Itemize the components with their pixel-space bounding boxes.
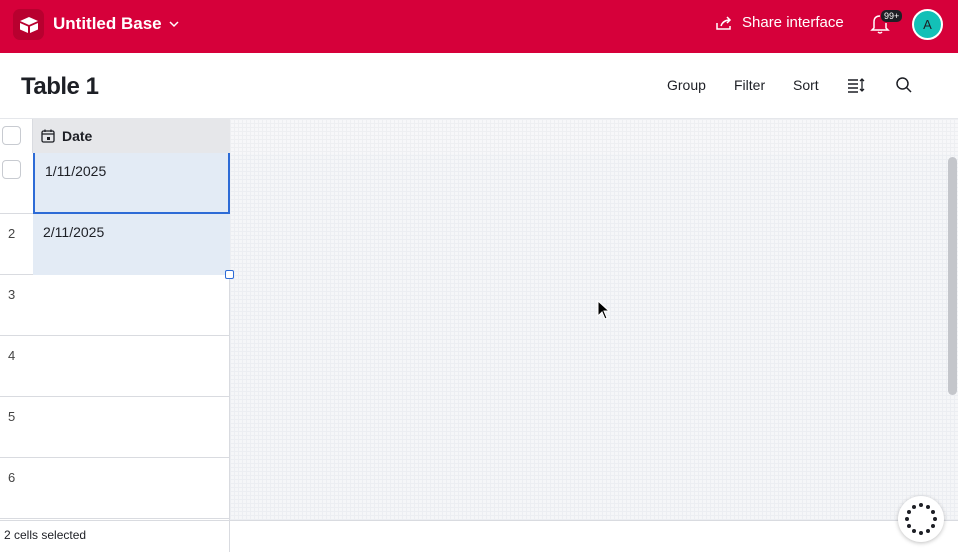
notification-badge: 99+ bbox=[880, 9, 904, 23]
table-row[interactable]: 5 bbox=[0, 397, 230, 458]
row-number: 6 bbox=[8, 470, 16, 485]
column-header-date[interactable]: Date bbox=[33, 119, 230, 153]
calendar-icon bbox=[41, 129, 55, 143]
loading-spinner-icon bbox=[898, 496, 944, 542]
date-cell[interactable] bbox=[33, 458, 230, 519]
data-grid: Date 1/11/2025 2 2/11/2025 3 4 5 6 bbox=[0, 119, 230, 520]
column-label: Date bbox=[62, 128, 93, 144]
page-title: Table 1 bbox=[21, 73, 99, 100]
header-extension bbox=[230, 119, 958, 154]
row-number: 5 bbox=[8, 409, 16, 424]
avatar[interactable]: A bbox=[912, 9, 943, 40]
mouse-pointer-icon bbox=[597, 300, 611, 320]
row-number: 3 bbox=[8, 287, 16, 302]
row-number: 4 bbox=[8, 348, 16, 363]
table-row[interactable]: 2 2/11/2025 bbox=[0, 214, 230, 275]
vertical-scrollbar[interactable] bbox=[948, 157, 957, 395]
date-cell[interactable] bbox=[33, 397, 230, 458]
filter-button[interactable]: Filter bbox=[734, 77, 765, 93]
fill-handle[interactable] bbox=[225, 270, 234, 279]
table-row[interactable]: 4 bbox=[0, 336, 230, 397]
base-name: Untitled Base bbox=[53, 14, 162, 33]
status-footer: 2 cells selected bbox=[0, 520, 958, 552]
table-row[interactable]: 3 bbox=[0, 275, 230, 336]
date-cell[interactable] bbox=[33, 336, 230, 397]
group-button[interactable]: Group bbox=[667, 77, 706, 93]
chevron-down-icon bbox=[169, 21, 179, 28]
date-cell[interactable] bbox=[33, 275, 230, 336]
row-number: 2 bbox=[8, 226, 16, 241]
footer-divider bbox=[229, 521, 230, 552]
row-checkbox[interactable] bbox=[2, 160, 21, 179]
top-bar: Untitled Base Share interface 99+ A bbox=[0, 0, 958, 53]
date-cell[interactable]: 2/11/2025 bbox=[33, 214, 230, 275]
grid-header: Date bbox=[0, 119, 230, 153]
base-name-dropdown[interactable]: Untitled Base bbox=[53, 14, 180, 34]
select-all-cell bbox=[0, 119, 33, 153]
search-icon[interactable] bbox=[895, 76, 913, 94]
share-interface-button[interactable]: Share interface bbox=[715, 14, 844, 31]
app-logo-icon[interactable] bbox=[13, 9, 44, 40]
selection-status: 2 cells selected bbox=[4, 528, 87, 542]
share-label: Share interface bbox=[742, 14, 844, 31]
view-toolbar: Table 1 Group Filter Sort bbox=[0, 53, 958, 119]
table-row[interactable]: 1/11/2025 bbox=[0, 153, 230, 214]
share-icon bbox=[716, 15, 732, 30]
date-cell[interactable]: 1/11/2025 bbox=[33, 153, 230, 214]
table-row[interactable]: 6 bbox=[0, 458, 230, 519]
row-height-icon[interactable] bbox=[847, 76, 865, 94]
select-all-checkbox[interactable] bbox=[2, 126, 21, 145]
empty-canvas-area bbox=[230, 119, 958, 520]
sort-button[interactable]: Sort bbox=[793, 77, 819, 93]
